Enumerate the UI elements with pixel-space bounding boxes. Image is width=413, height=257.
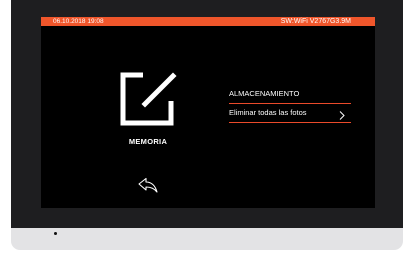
memoria-label[interactable]: MEMORIA xyxy=(113,137,183,146)
menu-item-eliminar-fotos[interactable]: Eliminar todas las fotos xyxy=(229,104,351,123)
back-arrow-icon[interactable] xyxy=(137,177,159,200)
chevron-right-icon xyxy=(339,109,345,127)
menu-item-label: ALMACENAMIENTO xyxy=(229,89,300,98)
menu-item-label: Eliminar todas las fotos xyxy=(229,108,307,117)
edit-icon[interactable] xyxy=(115,67,179,136)
sensor-dot xyxy=(54,232,57,235)
intercom-monitor: 06.10.2018 19:08 SW:WiFi V2767G3.9M MEMO… xyxy=(11,0,403,250)
status-firmware: SW:WiFi V2767G3.9M xyxy=(280,18,351,25)
monitor-bezel: 06.10.2018 19:08 SW:WiFi V2767G3.9M MEMO… xyxy=(11,0,403,228)
menu-item-almacenamiento[interactable]: ALMACENAMIENTO xyxy=(229,85,351,104)
display-screen: 06.10.2018 19:08 SW:WiFi V2767G3.9M MEMO… xyxy=(41,17,375,208)
status-bar: 06.10.2018 19:08 SW:WiFi V2767G3.9M xyxy=(41,17,375,26)
status-date-time: 06.10.2018 19:08 xyxy=(53,18,104,25)
memory-menu: ALMACENAMIENTO Eliminar todas las fotos xyxy=(229,85,351,123)
